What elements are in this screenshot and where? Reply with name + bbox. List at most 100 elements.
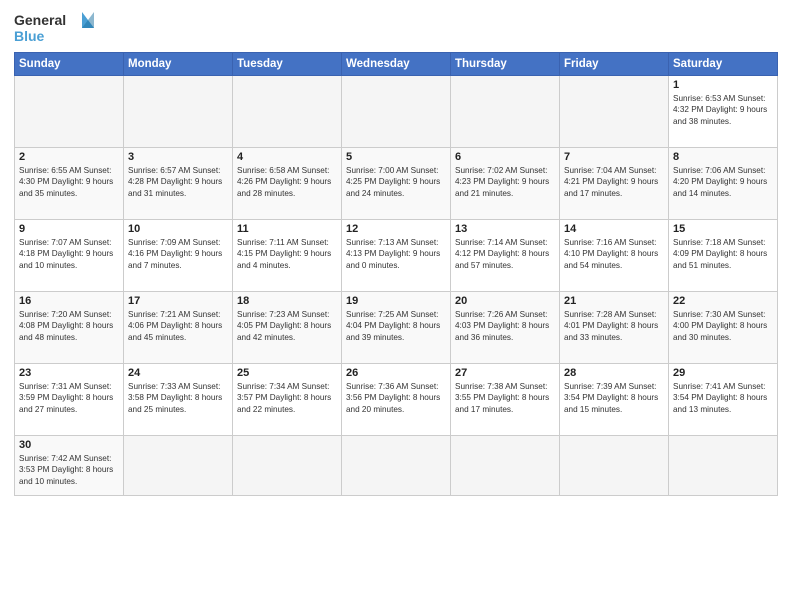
calendar-week-row: 9 Sunrise: 7:07 AM Sunset: 4:18 PM Daylig… <box>15 220 778 292</box>
calendar-cell: 2 Sunrise: 6:55 AM Sunset: 4:30 PM Daylig… <box>15 148 124 220</box>
calendar-cell: 19 Sunrise: 7:25 AM Sunset: 4:04 PM Dayli… <box>342 292 451 364</box>
day-number: 15 <box>673 223 773 235</box>
day-info: Sunrise: 7:20 AM Sunset: 4:08 PM Dayligh… <box>19 309 119 343</box>
day-number: 5 <box>346 151 446 163</box>
calendar-cell: 1 Sunrise: 6:53 AM Sunset: 4:32 PM Daylig… <box>669 76 778 148</box>
calendar-cell: 10Sunrise: 7:09 AM Sunset: 4:16 PM Dayli… <box>124 220 233 292</box>
day-number: 7 <box>564 151 664 163</box>
weekday-header-sunday: Sunday <box>15 53 124 76</box>
calendar-cell: 13 Sunrise: 7:14 AM Sunset: 4:12 PM Dayli… <box>451 220 560 292</box>
weekday-header-wednesday: Wednesday <box>342 53 451 76</box>
weekday-header-tuesday: Tuesday <box>233 53 342 76</box>
day-number: 25 <box>237 367 337 379</box>
calendar-cell: 5 Sunrise: 7:00 AM Sunset: 4:25 PM Daylig… <box>342 148 451 220</box>
day-info: Sunrise: 7:31 AM Sunset: 3:59 PM Dayligh… <box>19 381 119 415</box>
day-info: Sunrise: 6:58 AM Sunset: 4:26 PM Dayligh… <box>237 165 337 199</box>
day-info: Sunrise: 7:04 AM Sunset: 4:21 PM Dayligh… <box>564 165 664 199</box>
svg-text:General: General <box>14 12 66 28</box>
day-number: 24 <box>128 367 228 379</box>
day-number: 16 <box>19 295 119 307</box>
calendar-cell: 14 Sunrise: 7:16 AM Sunset: 4:10 PM Dayli… <box>560 220 669 292</box>
page: General Blue SundayMondayTuesdayWednesda… <box>0 0 792 612</box>
day-info: Sunrise: 7:26 AM Sunset: 4:03 PM Dayligh… <box>455 309 555 343</box>
svg-text:Blue: Blue <box>14 28 45 44</box>
calendar-cell <box>233 76 342 148</box>
day-info: Sunrise: 7:11 AM Sunset: 4:15 PM Dayligh… <box>237 237 337 271</box>
day-number: 17 <box>128 295 228 307</box>
calendar-cell: 15 Sunrise: 7:18 AM Sunset: 4:09 PM Dayli… <box>669 220 778 292</box>
day-info: Sunrise: 6:57 AM Sunset: 4:28 PM Dayligh… <box>128 165 228 199</box>
calendar-cell: 20 Sunrise: 7:26 AM Sunset: 4:03 PM Dayli… <box>451 292 560 364</box>
calendar-cell: 30 Sunrise: 7:42 AM Sunset: 3:53 PM Dayli… <box>15 436 124 496</box>
day-number: 13 <box>455 223 555 235</box>
day-info: Sunrise: 7:16 AM Sunset: 4:10 PM Dayligh… <box>564 237 664 271</box>
calendar-week-row: 1 Sunrise: 6:53 AM Sunset: 4:32 PM Daylig… <box>15 76 778 148</box>
day-info: Sunrise: 7:36 AM Sunset: 3:56 PM Dayligh… <box>346 381 446 415</box>
day-number: 14 <box>564 223 664 235</box>
calendar-cell <box>342 76 451 148</box>
day-number: 18 <box>237 295 337 307</box>
calendar-week-row: 2 Sunrise: 6:55 AM Sunset: 4:30 PM Daylig… <box>15 148 778 220</box>
day-number: 11 <box>237 223 337 235</box>
day-info: Sunrise: 7:41 AM Sunset: 3:54 PM Dayligh… <box>673 381 773 415</box>
day-number: 19 <box>346 295 446 307</box>
calendar-cell: 25 Sunrise: 7:34 AM Sunset: 3:57 PM Dayli… <box>233 364 342 436</box>
calendar-cell <box>451 436 560 496</box>
day-info: Sunrise: 7:39 AM Sunset: 3:54 PM Dayligh… <box>564 381 664 415</box>
day-number: 2 <box>19 151 119 163</box>
day-info: Sunrise: 7:30 AM Sunset: 4:00 PM Dayligh… <box>673 309 773 343</box>
day-info: Sunrise: 6:55 AM Sunset: 4:30 PM Dayligh… <box>19 165 119 199</box>
day-number: 30 <box>19 439 119 451</box>
calendar-cell: 21Sunrise: 7:28 AM Sunset: 4:01 PM Dayli… <box>560 292 669 364</box>
calendar-cell <box>124 76 233 148</box>
day-info: Sunrise: 7:25 AM Sunset: 4:04 PM Dayligh… <box>346 309 446 343</box>
calendar-cell: 18 Sunrise: 7:23 AM Sunset: 4:05 PM Dayli… <box>233 292 342 364</box>
calendar-cell: 23 Sunrise: 7:31 AM Sunset: 3:59 PM Dayli… <box>15 364 124 436</box>
day-info: Sunrise: 6:53 AM Sunset: 4:32 PM Dayligh… <box>673 93 773 127</box>
logo-svg: General Blue <box>14 10 94 46</box>
day-info: Sunrise: 7:18 AM Sunset: 4:09 PM Dayligh… <box>673 237 773 271</box>
day-info: Sunrise: 7:07 AM Sunset: 4:18 PM Dayligh… <box>19 237 119 271</box>
day-info: Sunrise: 7:14 AM Sunset: 4:12 PM Dayligh… <box>455 237 555 271</box>
calendar-cell: 8 Sunrise: 7:06 AM Sunset: 4:20 PM Daylig… <box>669 148 778 220</box>
header: General Blue <box>14 10 778 46</box>
calendar-cell: 7 Sunrise: 7:04 AM Sunset: 4:21 PM Daylig… <box>560 148 669 220</box>
day-info: Sunrise: 7:09 AM Sunset: 4:16 PM Dayligh… <box>128 237 228 271</box>
day-info: Sunrise: 7:06 AM Sunset: 4:20 PM Dayligh… <box>673 165 773 199</box>
weekday-header-monday: Monday <box>124 53 233 76</box>
weekday-header-row: SundayMondayTuesdayWednesdayThursdayFrid… <box>15 53 778 76</box>
calendar-cell <box>342 436 451 496</box>
calendar-cell <box>560 436 669 496</box>
calendar-cell: 3Sunrise: 6:57 AM Sunset: 4:28 PM Daylig… <box>124 148 233 220</box>
day-info: Sunrise: 7:23 AM Sunset: 4:05 PM Dayligh… <box>237 309 337 343</box>
calendar-cell <box>124 436 233 496</box>
day-number: 23 <box>19 367 119 379</box>
day-number: 27 <box>455 367 555 379</box>
day-info: Sunrise: 7:21 AM Sunset: 4:06 PM Dayligh… <box>128 309 228 343</box>
weekday-header-friday: Friday <box>560 53 669 76</box>
day-info: Sunrise: 7:34 AM Sunset: 3:57 PM Dayligh… <box>237 381 337 415</box>
calendar-table: SundayMondayTuesdayWednesdayThursdayFrid… <box>14 52 778 496</box>
calendar-cell: 22Sunrise: 7:30 AM Sunset: 4:00 PM Dayli… <box>669 292 778 364</box>
calendar-cell: 12Sunrise: 7:13 AM Sunset: 4:13 PM Dayli… <box>342 220 451 292</box>
day-info: Sunrise: 7:00 AM Sunset: 4:25 PM Dayligh… <box>346 165 446 199</box>
day-info: Sunrise: 7:02 AM Sunset: 4:23 PM Dayligh… <box>455 165 555 199</box>
logo: General Blue <box>14 10 94 46</box>
day-number: 1 <box>673 79 773 91</box>
day-number: 28 <box>564 367 664 379</box>
weekday-header-saturday: Saturday <box>669 53 778 76</box>
day-number: 9 <box>19 223 119 235</box>
calendar-week-row: 16 Sunrise: 7:20 AM Sunset: 4:08 PM Dayli… <box>15 292 778 364</box>
day-info: Sunrise: 7:42 AM Sunset: 3:53 PM Dayligh… <box>19 453 119 487</box>
calendar-cell <box>15 76 124 148</box>
calendar-week-row: 30 Sunrise: 7:42 AM Sunset: 3:53 PM Dayli… <box>15 436 778 496</box>
day-number: 26 <box>346 367 446 379</box>
day-number: 20 <box>455 295 555 307</box>
calendar-cell: 28 Sunrise: 7:39 AM Sunset: 3:54 PM Dayli… <box>560 364 669 436</box>
day-number: 6 <box>455 151 555 163</box>
calendar-week-row: 23 Sunrise: 7:31 AM Sunset: 3:59 PM Dayli… <box>15 364 778 436</box>
day-number: 12 <box>346 223 446 235</box>
calendar-cell <box>233 436 342 496</box>
calendar-cell <box>451 76 560 148</box>
day-number: 8 <box>673 151 773 163</box>
